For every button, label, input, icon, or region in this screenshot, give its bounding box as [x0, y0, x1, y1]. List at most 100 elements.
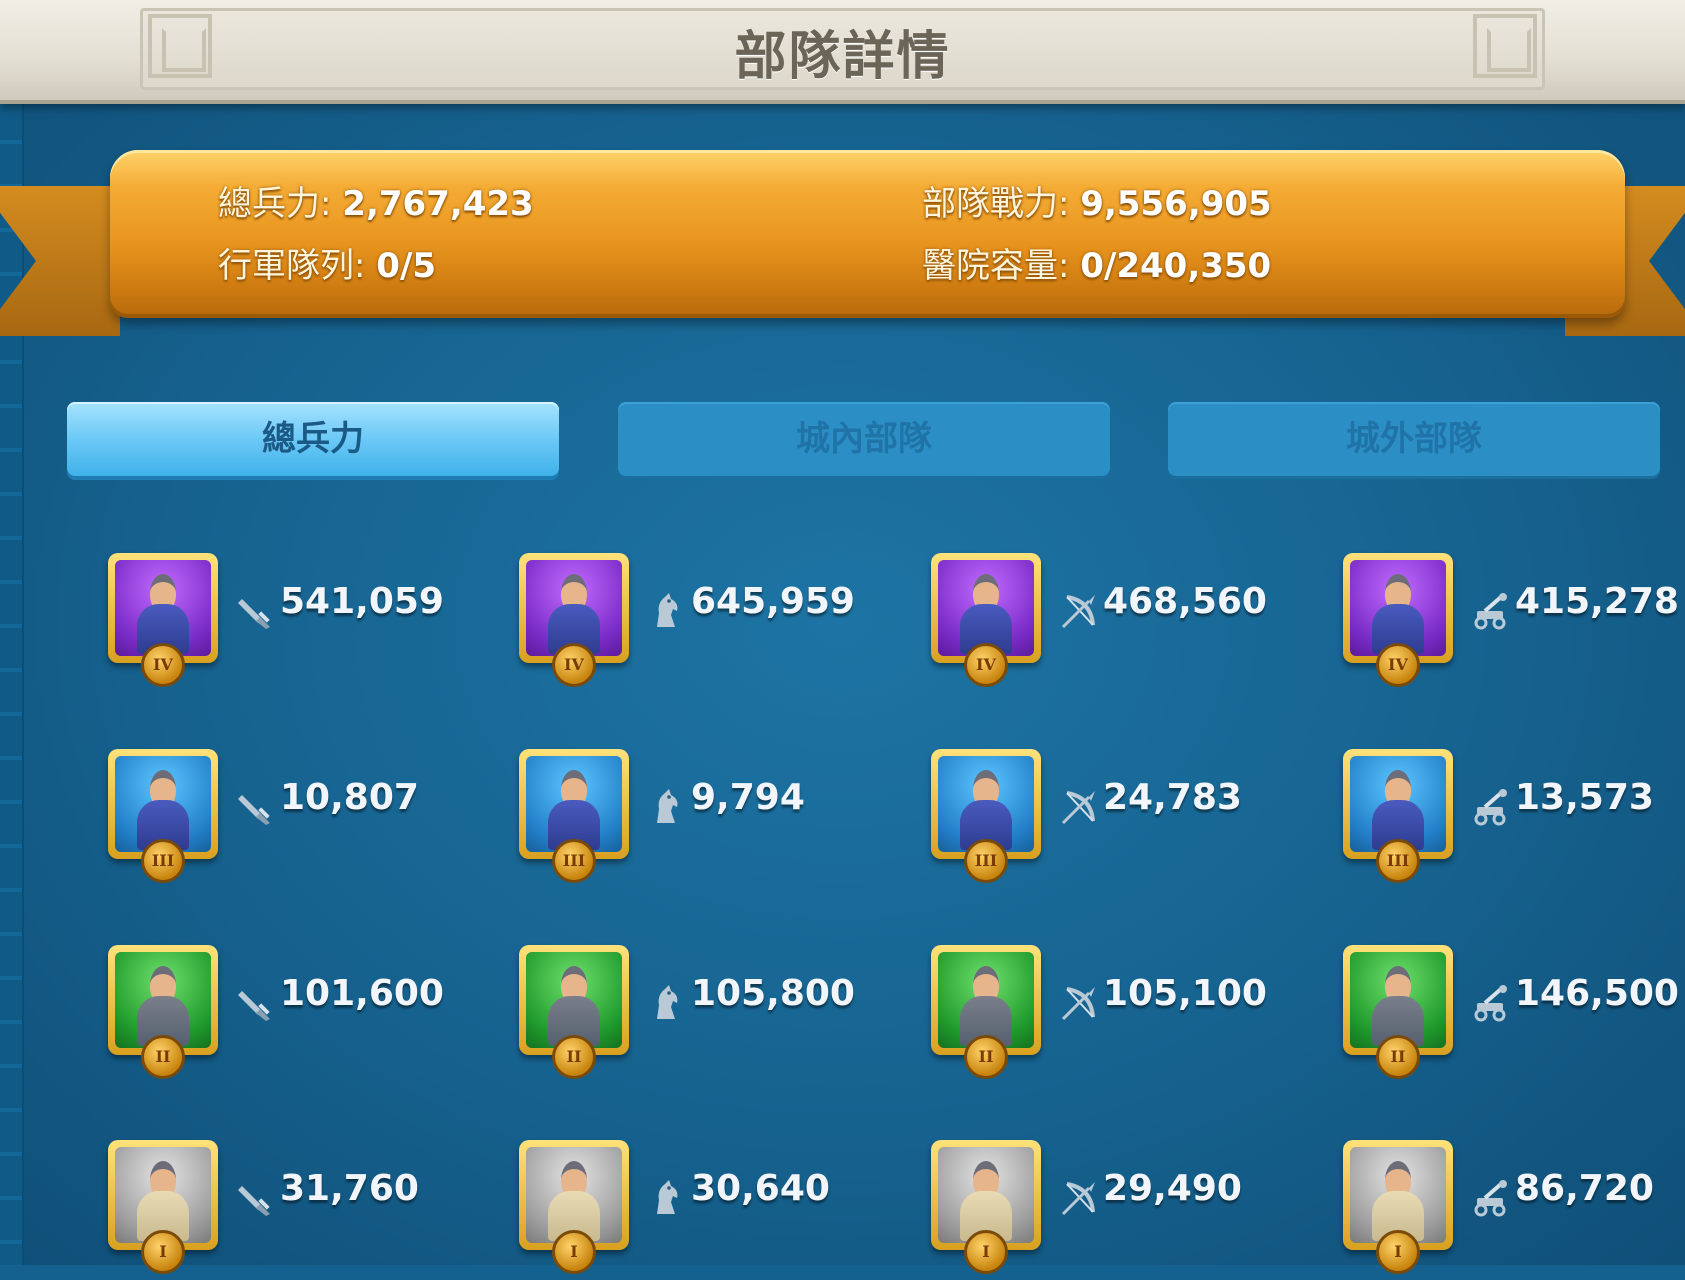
troop-count: 541,059	[280, 581, 444, 622]
troop-portrait[interactable]: II	[1343, 945, 1453, 1079]
troop-cell-siege-tier-ii[interactable]: II 146,500	[1343, 945, 1685, 1085]
troop-count: 13,573	[1515, 777, 1654, 818]
troop-cell-archer-tier-iii[interactable]: III 24,783	[931, 749, 1331, 889]
troop-count: 415,278	[1515, 581, 1679, 622]
portrait-image	[938, 952, 1034, 1048]
left-decorative-border	[0, 100, 24, 1265]
troop-cell-archer-tier-i[interactable]: I 29,490	[931, 1140, 1331, 1280]
troop-portrait[interactable]: I	[931, 1140, 1041, 1274]
soldier-figure-icon	[960, 770, 1012, 850]
troop-portrait[interactable]: IV	[108, 553, 218, 687]
troop-cell-infantry-tier-ii[interactable]: II 101,600	[108, 945, 508, 1085]
soldier-figure-icon	[960, 574, 1012, 654]
title-bar: 部隊詳情	[0, 0, 1685, 104]
hospital-capacity-label: 醫院容量:	[922, 246, 1070, 286]
soldier-figure-icon	[548, 574, 600, 654]
infantry-icon	[236, 983, 276, 1023]
soldier-figure-icon	[960, 966, 1012, 1046]
tab-troops-outside-city[interactable]: 城外部隊	[1168, 402, 1660, 476]
soldier-figure-icon	[137, 966, 189, 1046]
portrait-image	[115, 1147, 211, 1243]
cavalry-icon	[647, 983, 687, 1023]
troop-cell-siege-tier-i[interactable]: I 86,720	[1343, 1140, 1685, 1280]
troop-count: 105,800	[691, 973, 855, 1014]
tier-badge: I	[141, 1230, 185, 1274]
total-troops-value: 2,767,423	[342, 184, 534, 224]
portrait-image	[1350, 952, 1446, 1048]
total-troops-label: 總兵力:	[218, 184, 332, 224]
troop-count: 24,783	[1103, 777, 1242, 818]
troop-cell-archer-tier-iv[interactable]: IV 468,560	[931, 553, 1331, 693]
troop-cell-siege-tier-iii[interactable]: III 13,573	[1343, 749, 1685, 889]
troop-cell-siege-tier-iv[interactable]: IV 415,278	[1343, 553, 1685, 693]
troop-portrait[interactable]: IV	[1343, 553, 1453, 687]
archer-icon	[1059, 983, 1099, 1023]
tier-badge: IV	[141, 643, 185, 687]
troop-portrait[interactable]: III	[519, 749, 629, 883]
march-queue-label: 行軍隊列:	[218, 246, 366, 286]
hospital-capacity-stat: 醫院容量: 0/240,350	[922, 238, 1271, 287]
troop-portrait[interactable]: III	[931, 749, 1041, 883]
infantry-icon	[236, 1178, 276, 1218]
siege-icon	[1471, 983, 1511, 1023]
tier-badge: III	[552, 839, 596, 883]
soldier-figure-icon	[1372, 1161, 1424, 1241]
soldier-figure-icon	[1372, 770, 1424, 850]
troop-portrait[interactable]: IV	[931, 553, 1041, 687]
tier-badge: III	[1376, 839, 1420, 883]
troop-cell-cavalry-tier-i[interactable]: I 30,640	[519, 1140, 919, 1280]
soldier-figure-icon	[137, 1161, 189, 1241]
portrait-image	[1350, 1147, 1446, 1243]
troop-portrait[interactable]: I	[519, 1140, 629, 1274]
troop-count: 86,720	[1515, 1168, 1654, 1209]
troop-power-stat: 部隊戰力: 9,556,905	[922, 176, 1272, 225]
tab-troops-in-city[interactable]: 城內部隊	[618, 402, 1110, 476]
troop-portrait[interactable]: IV	[519, 553, 629, 687]
soldier-figure-icon	[137, 574, 189, 654]
troop-count: 30,640	[691, 1168, 830, 1209]
soldier-figure-icon	[1372, 966, 1424, 1046]
soldier-figure-icon	[137, 770, 189, 850]
tier-badge: III	[964, 839, 1008, 883]
troop-power-label: 部隊戰力:	[922, 184, 1070, 224]
total-troops-stat: 總兵力: 2,767,423	[218, 176, 534, 225]
soldier-figure-icon	[1372, 574, 1424, 654]
troop-count: 10,807	[280, 777, 419, 818]
troop-cell-infantry-tier-i[interactable]: I 31,760	[108, 1140, 508, 1280]
tier-badge: I	[964, 1230, 1008, 1274]
troop-cell-cavalry-tier-ii[interactable]: II 105,800	[519, 945, 919, 1085]
portrait-image	[938, 756, 1034, 852]
summary-ribbon: 總兵力: 2,767,423 行軍隊列: 0/5 部隊戰力: 9,556,905…	[110, 150, 1625, 318]
troop-cell-archer-tier-ii[interactable]: II 105,100	[931, 945, 1331, 1085]
soldier-figure-icon	[548, 966, 600, 1046]
troop-portrait[interactable]: I	[108, 1140, 218, 1274]
portrait-image	[526, 756, 622, 852]
portrait-image	[1350, 560, 1446, 656]
archer-icon	[1059, 1178, 1099, 1218]
soldier-figure-icon	[548, 1161, 600, 1241]
cavalry-icon	[647, 787, 687, 827]
march-queue-stat: 行軍隊列: 0/5	[218, 238, 436, 287]
troop-count: 146,500	[1515, 973, 1679, 1014]
troop-portrait[interactable]: II	[108, 945, 218, 1079]
portrait-image	[526, 560, 622, 656]
troop-cell-infantry-tier-iv[interactable]: IV 541,059	[108, 553, 508, 693]
tier-badge: II	[552, 1035, 596, 1079]
archer-icon	[1059, 787, 1099, 827]
troop-cell-cavalry-tier-iv[interactable]: IV 645,959	[519, 553, 919, 693]
troop-count: 468,560	[1103, 581, 1267, 622]
troop-portrait[interactable]: II	[519, 945, 629, 1079]
tier-badge: IV	[552, 643, 596, 687]
troop-portrait[interactable]: III	[1343, 749, 1453, 883]
troop-cell-cavalry-tier-iii[interactable]: III 9,794	[519, 749, 919, 889]
troop-count: 9,794	[691, 777, 805, 818]
tier-badge: II	[141, 1035, 185, 1079]
siege-icon	[1471, 1178, 1511, 1218]
troop-portrait[interactable]: II	[931, 945, 1041, 1079]
troop-portrait[interactable]: III	[108, 749, 218, 883]
tier-badge: II	[964, 1035, 1008, 1079]
troop-cell-infantry-tier-iii[interactable]: III 10,807	[108, 749, 508, 889]
troop-portrait[interactable]: I	[1343, 1140, 1453, 1274]
portrait-image	[526, 952, 622, 1048]
tab-total-troops[interactable]: 總兵力	[67, 402, 559, 476]
